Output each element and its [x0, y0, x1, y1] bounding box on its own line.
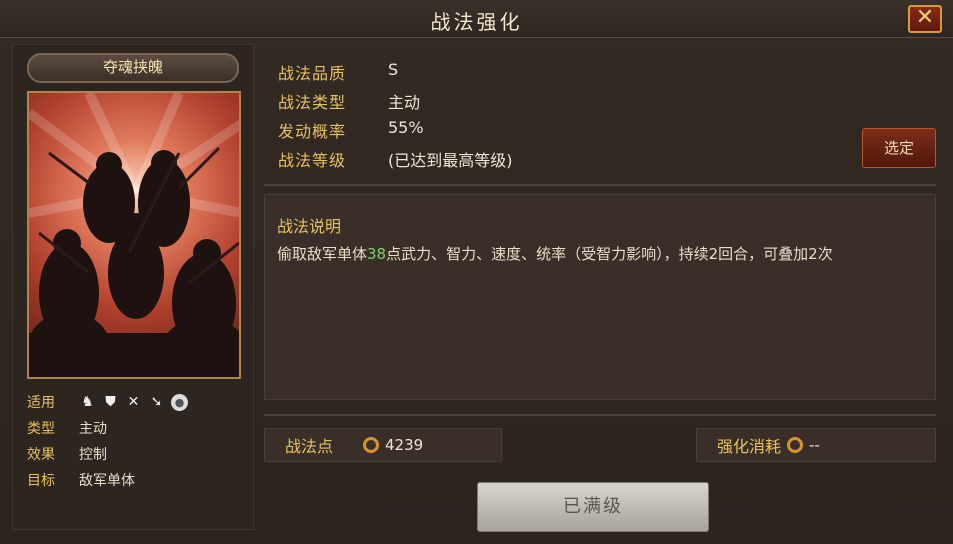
- attr-row-effect: 效果 控制: [27, 441, 247, 467]
- attr-row-target: 目标 敌军单体: [27, 467, 247, 493]
- skill-points-value: 4239: [385, 436, 424, 454]
- divider: [264, 414, 936, 416]
- max-level-button[interactable]: 已满级: [477, 482, 709, 532]
- coin-icon: [363, 437, 380, 453]
- info-value: S: [388, 60, 399, 79]
- info-row-rate: 发动概率 55%: [278, 118, 424, 142]
- spear-icon: ➘: [150, 393, 163, 410]
- select-button[interactable]: 选定: [862, 128, 936, 168]
- attr-key: 类型: [27, 421, 55, 437]
- description-highlight-value: 38: [367, 245, 387, 263]
- skill-card-art: [27, 91, 241, 379]
- attr-key: 效果: [27, 447, 55, 463]
- info-row-quality: 战法品质 S: [278, 60, 398, 84]
- skill-attributes: 适用 ♞ ⛊ ✕ ➘ ● 类型 主动 效果 控制 目标 敌军单体: [27, 389, 247, 493]
- close-button[interactable]: ✕: [908, 5, 942, 33]
- description-text: 偷取敌军单体38点武力、智力、速度、统率（受智力影响），持续2回合，可叠加2次: [277, 239, 917, 269]
- divider: [264, 184, 936, 186]
- description-text-part: 点武力、智力、速度、统率（受智力影响），持续2回合，可叠加2次: [386, 245, 833, 263]
- troop-type-icons: ♞ ⛊ ✕ ➘ ●: [79, 393, 188, 411]
- info-key: 战法类型: [278, 93, 347, 112]
- coin-icon: [787, 437, 804, 453]
- skill-enhance-window: 战法强化 ✕ 夺魂挟魄 适用 ♞ ⛊ ✕ ➘ ● 类型 主动 效果 控制 目标 …: [0, 0, 953, 544]
- attr-value: 控制: [79, 447, 107, 463]
- info-key: 战法等级: [278, 151, 347, 170]
- enhance-cost-label: 强化消耗: [717, 437, 782, 456]
- skill-points: 战法点 4239: [264, 428, 502, 462]
- info-key: 发动概率: [278, 122, 347, 141]
- enhance-cost-value: --: [809, 436, 820, 454]
- description-title: 战法说明: [277, 217, 342, 236]
- cavalry-icon: ♞: [81, 393, 94, 410]
- skill-name-banner: 夺魂挟魄: [27, 53, 239, 83]
- attr-value: 主动: [79, 421, 107, 437]
- window-title: 战法强化: [430, 10, 523, 34]
- info-row-type: 战法类型 主动: [278, 89, 420, 113]
- shield-icon: ⛊: [105, 393, 116, 410]
- info-key: 战法品质: [278, 64, 347, 83]
- warriors-silhouette-image: [29, 93, 239, 377]
- info-value: 55%: [388, 118, 424, 137]
- info-value: 主动: [388, 93, 421, 112]
- attr-key: 适用: [27, 395, 55, 411]
- info-row-level: 战法等级 (已达到最高等级): [278, 147, 513, 171]
- description-panel: 战法说明 偷取敌军单体38点武力、智力、速度、统率（受智力影响），持续2回合，可…: [264, 194, 936, 400]
- bow-icon: ✕: [127, 393, 140, 410]
- skill-info: 战法品质 S 战法类型 主动 发动概率 55% 战法等级 (已达到最高等级): [264, 44, 936, 180]
- attr-row-applicable: 适用 ♞ ⛊ ✕ ➘ ●: [27, 389, 247, 415]
- skill-card-panel: 夺魂挟魄 适用 ♞ ⛊ ✕ ➘ ● 类型 主动 效果 控制 目标 敌军单体: [12, 44, 254, 530]
- skill-points-label: 战法点: [285, 437, 334, 456]
- info-value: (已达到最高等级): [388, 151, 513, 170]
- description-text-part: 偷取敌军单体: [277, 245, 368, 263]
- enhance-cost: 强化消耗 --: [696, 428, 936, 462]
- attr-row-type: 类型 主动: [27, 415, 247, 441]
- attr-value: 敌军单体: [79, 473, 135, 489]
- attr-key: 目标: [27, 473, 55, 489]
- title-bar: 战法强化 ✕: [0, 0, 953, 38]
- siege-icon: ●: [171, 393, 188, 411]
